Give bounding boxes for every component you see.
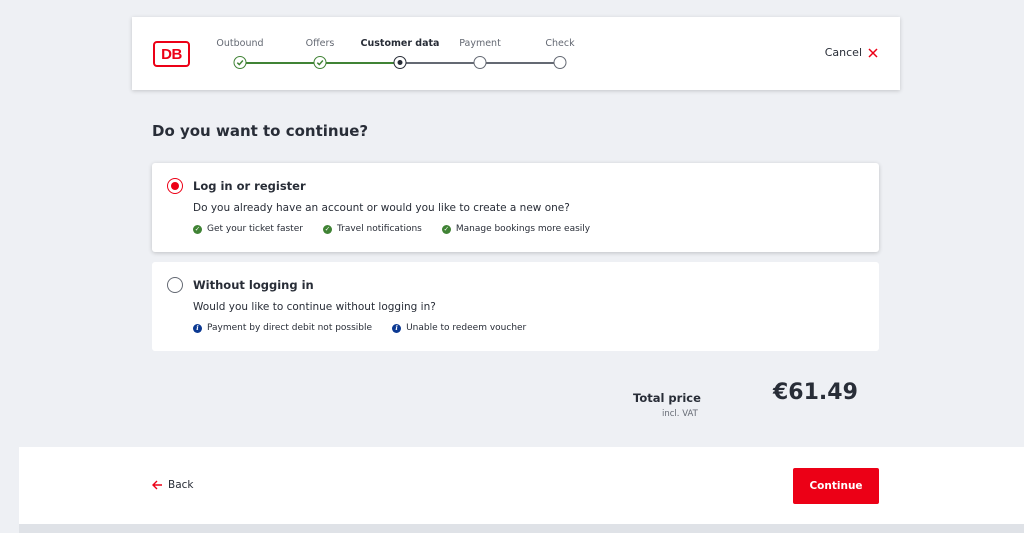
- step-outbound-check-icon[interactable]: [233, 56, 247, 69]
- step-connector: [400, 62, 480, 64]
- arrow-left-icon: [152, 480, 162, 490]
- feature-list: i Payment by direct debit not possible i…: [193, 323, 526, 333]
- check-circle-icon: ✓: [441, 224, 451, 234]
- total-price-amount: €61.49: [773, 380, 858, 405]
- check-circle-icon: ✓: [193, 224, 202, 234]
- total-price-label: Total price: [633, 391, 701, 405]
- continue-button[interactable]: Continue: [793, 468, 879, 504]
- feature-item: ✓ Travel notifications: [322, 224, 422, 234]
- option-title: Without logging in: [193, 278, 314, 292]
- step-customer-data-dot: [393, 56, 407, 69]
- progress-stepper: Outbound Offers Customer data Payment Ch…: [216, 38, 580, 78]
- page-title: Do you want to continue?: [152, 122, 369, 140]
- option-without-login[interactable]: Without logging in Would you like to con…: [152, 262, 879, 351]
- feature-text: Manage bookings more easily: [455, 224, 591, 234]
- info-circle-icon: i: [193, 323, 202, 333]
- info-circle-icon: i: [392, 323, 402, 333]
- step-label-customer-data: Customer data: [360, 38, 440, 49]
- step-label-outbound: Outbound: [216, 38, 264, 49]
- back-label: Back: [168, 479, 194, 491]
- feature-text: Payment by direct debit not possible: [207, 323, 373, 333]
- feature-item: i Unable to redeem voucher: [392, 323, 526, 333]
- step-check-dot: [553, 56, 567, 69]
- cancel-button[interactable]: Cancel: [825, 46, 878, 59]
- step-label-offers: Offers: [305, 38, 335, 49]
- radio-without-login[interactable]: [167, 277, 183, 293]
- step-label-check: Check: [545, 38, 575, 49]
- footer-bar: Back Continue: [19, 447, 1024, 524]
- option-description: Do you already have an account or would …: [193, 202, 570, 214]
- feature-item: ✓ Get your ticket faster: [193, 224, 303, 234]
- option-login-register[interactable]: Log in or register Do you already have a…: [152, 163, 879, 252]
- close-icon: [868, 47, 878, 58]
- option-title: Log in or register: [193, 179, 306, 193]
- cancel-label: Cancel: [824, 46, 862, 59]
- check-circle-icon: ✓: [322, 224, 332, 234]
- bottom-strip: [19, 524, 1024, 533]
- step-offers-check-icon[interactable]: [313, 56, 327, 69]
- booking-header: DB Outbound Offers Customer data Payment…: [132, 17, 900, 90]
- step-connector: [480, 62, 560, 64]
- step-label-payment: Payment: [459, 38, 501, 49]
- feature-item: ✓ Manage bookings more easily: [441, 224, 591, 234]
- step-payment-dot: [473, 56, 487, 69]
- option-description: Would you like to continue without loggi…: [193, 301, 436, 313]
- feature-text: Unable to redeem voucher: [406, 323, 527, 333]
- step-connector: [320, 62, 400, 64]
- feature-item: i Payment by direct debit not possible: [193, 323, 372, 333]
- back-button[interactable]: Back: [152, 479, 194, 491]
- feature-list: ✓ Get your ticket faster ✓ Travel notifi…: [193, 224, 590, 234]
- vat-note: incl. VAT: [662, 409, 698, 419]
- step-connector: [240, 62, 320, 64]
- feature-text: Get your ticket faster: [207, 224, 303, 234]
- feature-text: Travel notifications: [336, 224, 422, 234]
- db-logo[interactable]: DB: [153, 41, 190, 67]
- radio-login-register[interactable]: [167, 178, 183, 194]
